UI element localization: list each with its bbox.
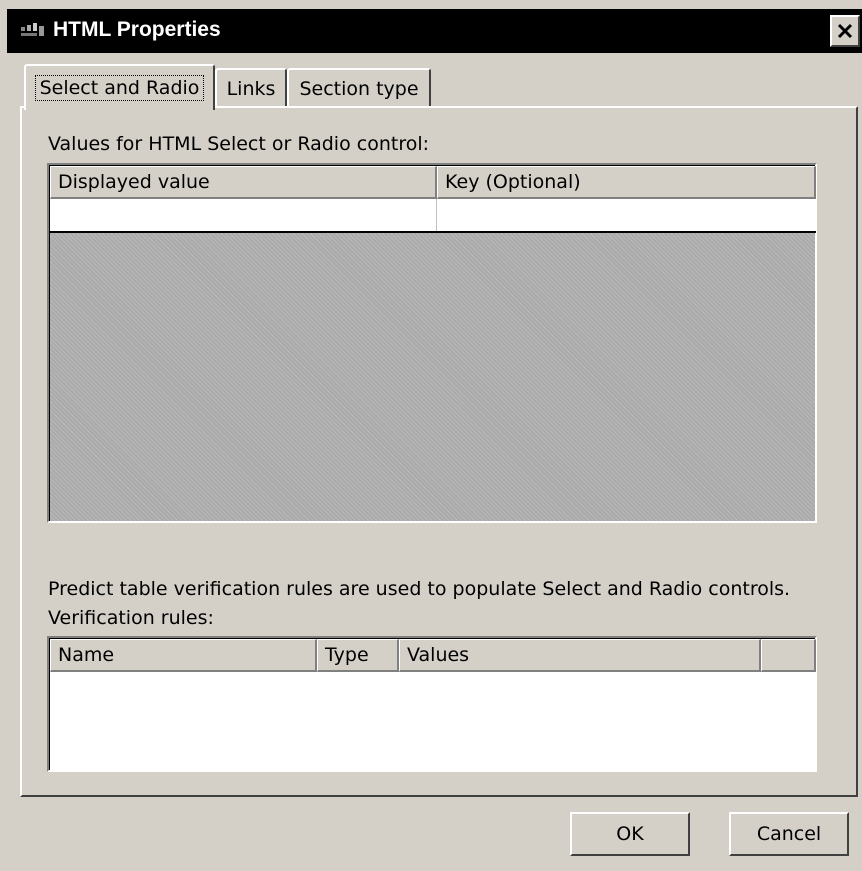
verification-note: Predict table verification rules are use… — [48, 578, 791, 600]
title-bar: HTML Properties — [7, 9, 862, 53]
column-header-displayed-value[interactable]: Displayed value — [50, 166, 437, 199]
verification-grid-header: Name Type Values — [50, 639, 816, 672]
verification-rules-grid[interactable]: Name Type Values — [47, 636, 817, 772]
tab-label: Links — [226, 78, 276, 100]
table-row[interactable] — [50, 199, 816, 233]
values-grid-header: Displayed value Key (Optional) — [50, 166, 816, 199]
verification-grid-body: Name Type Values — [49, 638, 816, 770]
column-header-extra[interactable] — [761, 639, 816, 672]
values-grid[interactable]: Displayed value Key (Optional) — [47, 163, 817, 523]
tab-select-and-radio[interactable]: Select and Radio — [24, 64, 215, 110]
close-icon — [837, 23, 853, 39]
tab-section-type[interactable]: Section type — [287, 68, 431, 108]
column-header-key[interactable]: Key (Optional) — [437, 166, 816, 199]
cancel-button[interactable]: Cancel — [729, 812, 849, 856]
ok-button[interactable]: OK — [570, 812, 690, 856]
window-title: HTML Properties — [53, 18, 221, 41]
column-header-values[interactable]: Values — [399, 639, 761, 672]
values-label: Values for HTML Select or Radio control: — [48, 133, 430, 155]
tab-links[interactable]: Links — [215, 68, 287, 108]
column-header-name[interactable]: Name — [50, 639, 317, 672]
cell-key[interactable] — [437, 199, 816, 231]
close-button[interactable] — [830, 15, 860, 47]
tab-label: Section type — [299, 78, 419, 100]
app-icon — [20, 22, 46, 40]
column-header-type[interactable]: Type — [317, 639, 399, 672]
tab-label: Select and Radio — [34, 75, 205, 101]
verification-rules-label: Verification rules: — [48, 607, 214, 629]
cell-displayed-value[interactable] — [50, 199, 437, 231]
values-grid-body: Displayed value Key (Optional) — [49, 165, 816, 521]
